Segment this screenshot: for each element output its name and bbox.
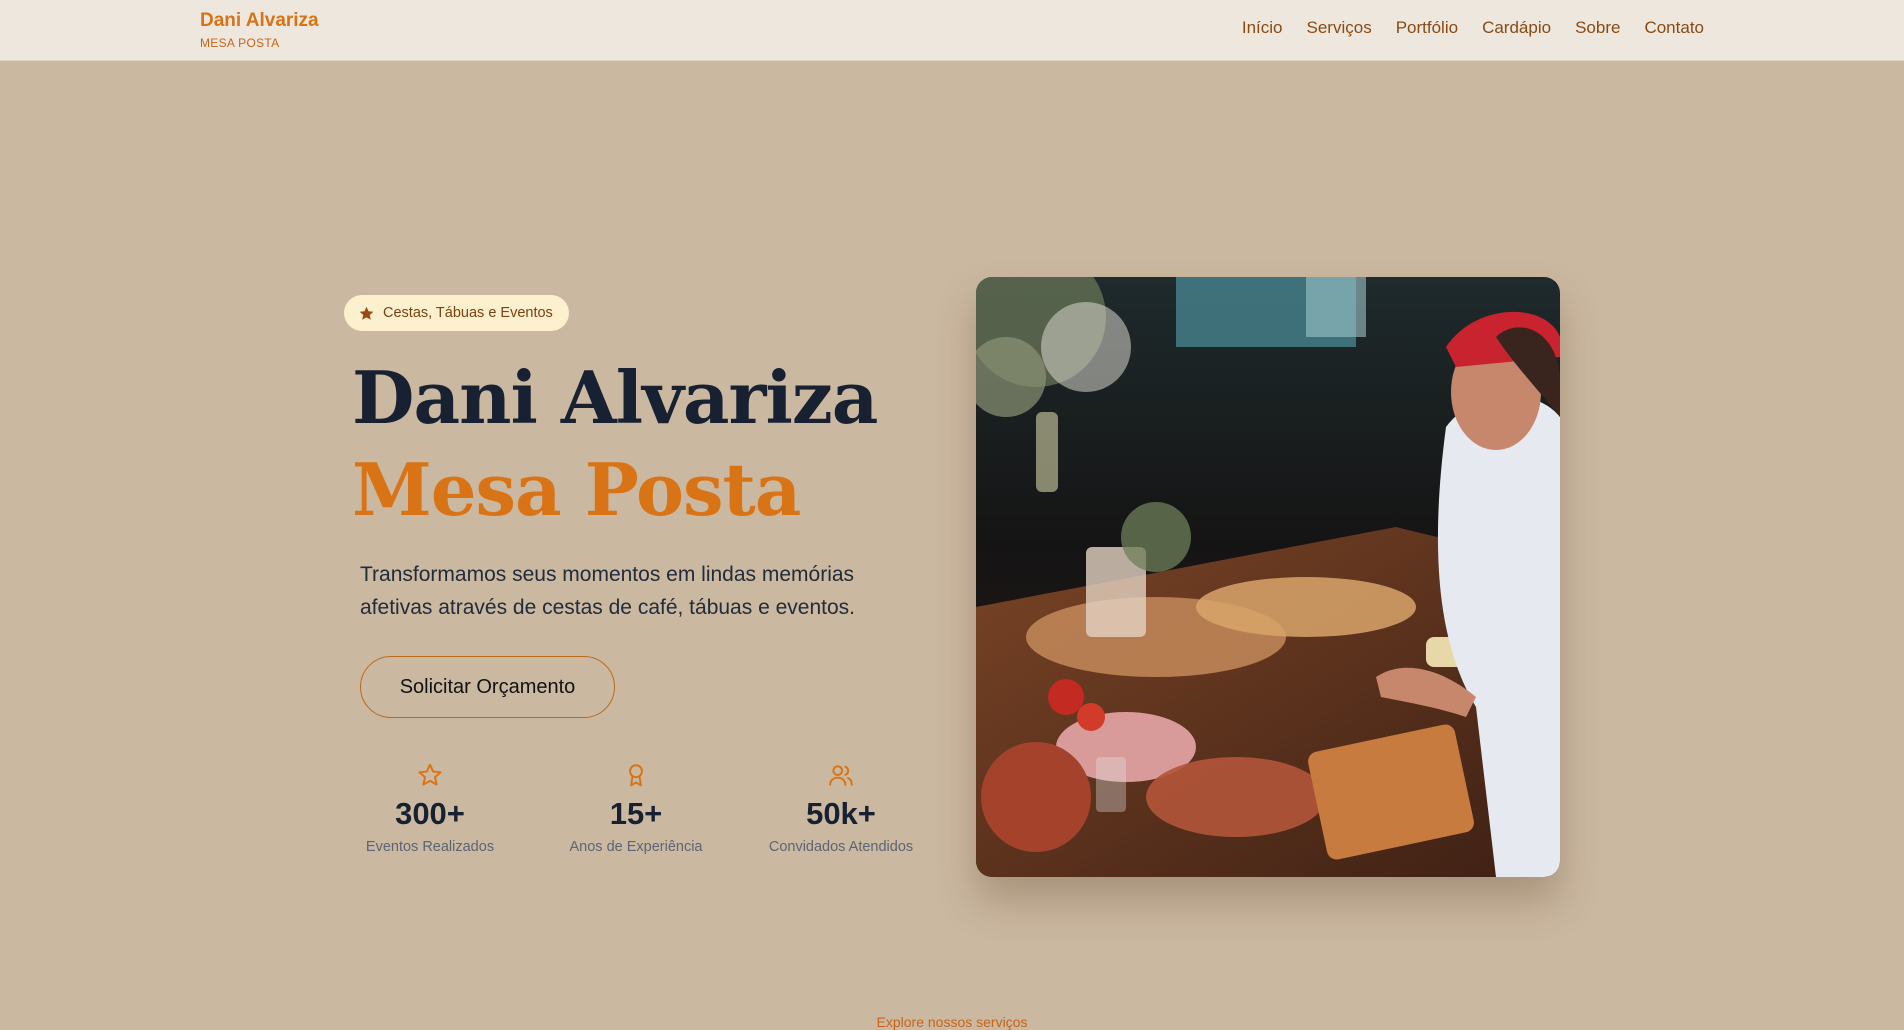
stat-label: Convidados Atendidos [768,839,914,855]
brand-name: Dani Alvariza [200,10,319,31]
stat-experience: 15+ Anos de Experiência [546,762,726,855]
brand-logo[interactable]: Dani Alvariza MESA POSTA [200,10,319,50]
explore-services-link[interactable]: Explore nossos serviços [0,1014,1904,1030]
nav-link-servicos[interactable]: Serviços [1307,18,1372,38]
hero-description: Transformamos seus momentos em lindas me… [360,563,855,619]
users-icon [829,765,853,786]
hero-photo [976,277,1560,877]
badge-label: Cestas, Tábuas e Eventos [383,305,553,321]
star-outline-icon [418,763,442,786]
star-icon [359,306,374,320]
nav-link-contato[interactable]: Contato [1644,18,1704,38]
hero-subtitle: Mesa Posta [352,447,801,532]
stat-events: 300+ Eventos Realizados [340,762,520,855]
top-navbar: Dani Alvariza MESA POSTA Início Serviços… [0,0,1904,61]
stat-label: Eventos Realizados [365,839,495,855]
nav-link-portfolio[interactable]: Portfólio [1396,18,1458,38]
award-icon [629,764,643,787]
stat-value: 300+ [395,796,465,831]
request-quote-button[interactable]: Solicitar Orçamento [360,656,615,718]
stat-value: 50k+ [806,796,876,831]
nav-link-sobre[interactable]: Sobre [1575,18,1620,38]
nav-link-cardapio[interactable]: Cardápio [1482,18,1551,38]
stat-label: Anos de Experiência [569,839,703,855]
catering-table-illustration [976,277,1560,877]
main-nav: Início Serviços Portfólio Cardápio Sobre… [1242,18,1704,38]
nav-link-inicio[interactable]: Início [1242,18,1283,38]
brand-subtitle: MESA POSTA [200,36,280,50]
hero-title: Dani Alvariza [352,355,878,440]
stat-guests: 50k+ Convidados Atendidos [751,762,931,855]
stat-value: 15+ [609,796,663,831]
category-badge: Cestas, Tábuas e Eventos [344,295,569,331]
